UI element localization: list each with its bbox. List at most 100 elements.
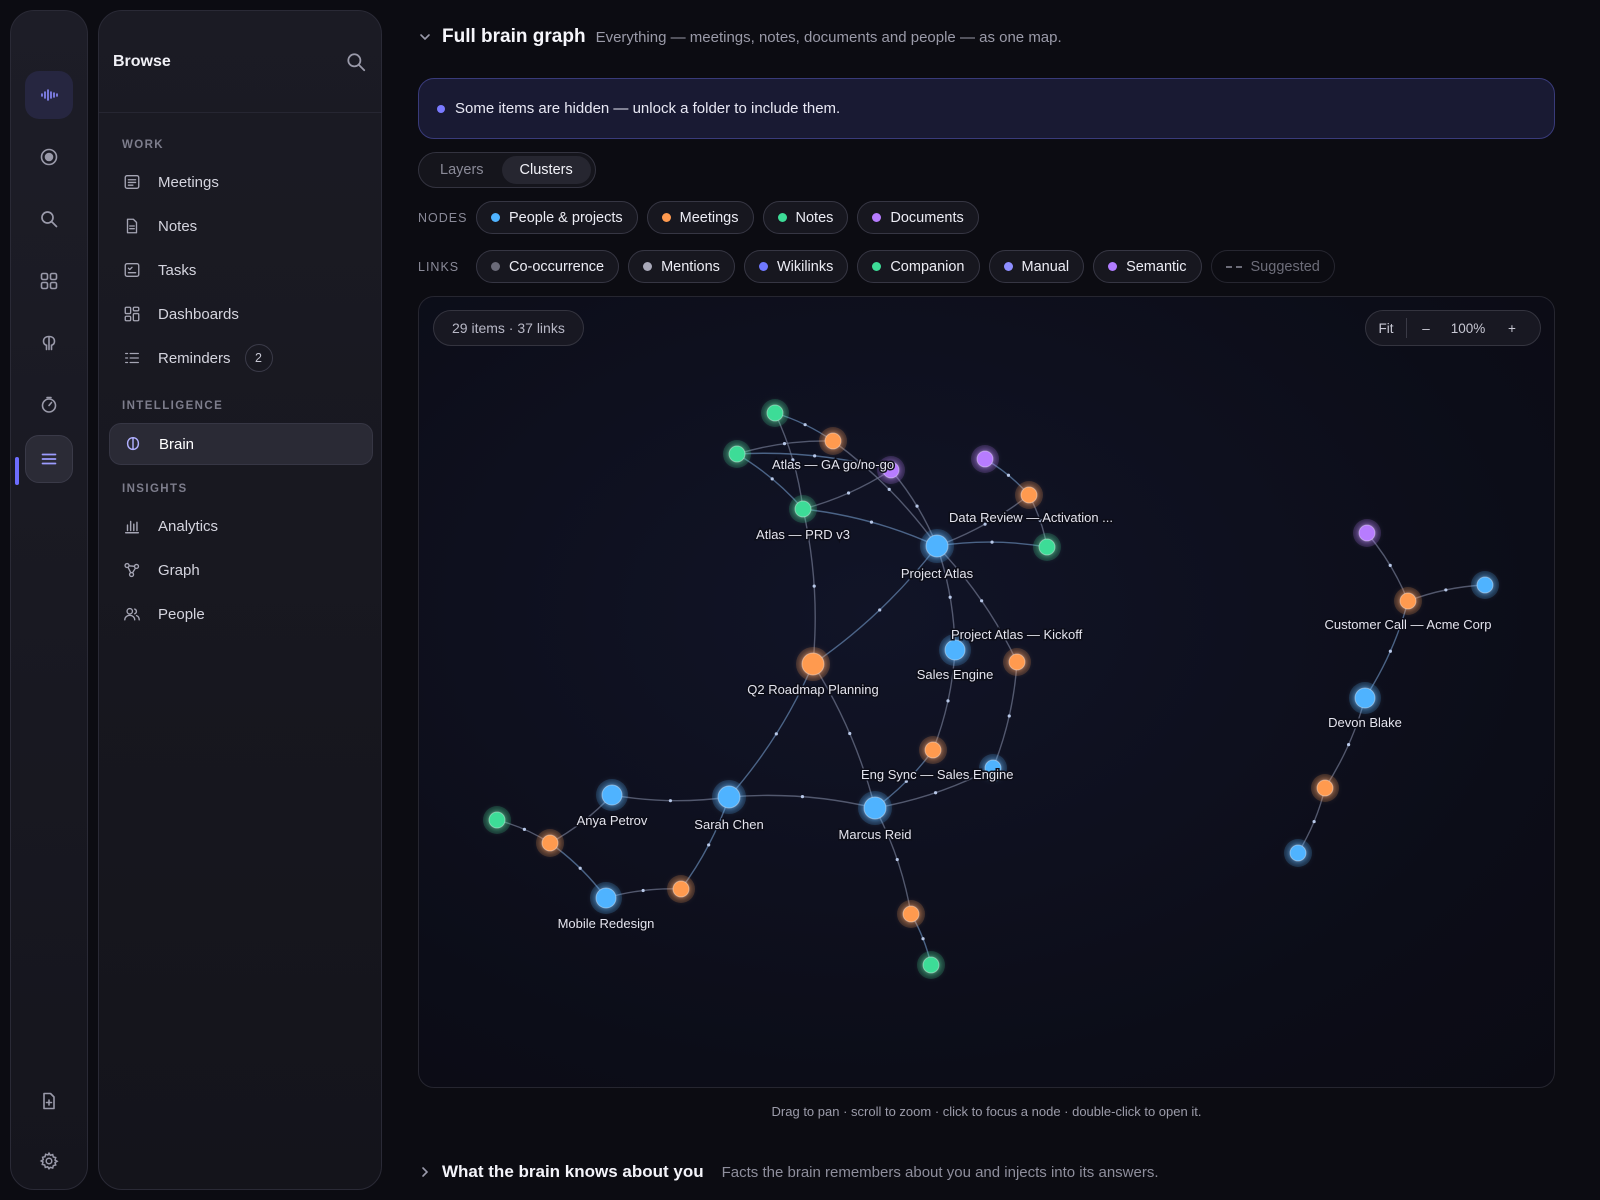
graph-node-p3[interactable]: [1289, 844, 1307, 862]
link-particle: [707, 843, 711, 847]
link-filter-semantic[interactable]: Semantic: [1093, 250, 1202, 283]
browse-title: Browse: [113, 52, 171, 70]
link-filter-co-occurrence[interactable]: Co-occurrence: [476, 250, 620, 283]
sidebar-item-label: Tasks: [158, 261, 197, 279]
chevron-down-icon[interactable]: [418, 30, 432, 44]
node-label-kick: Project Atlas — Kickoff: [951, 627, 1083, 642]
graph-node-m2[interactable]: [672, 880, 690, 898]
new-document-icon[interactable]: [25, 1077, 73, 1125]
graph-node-sales[interactable]: [944, 639, 966, 661]
waveform-logo-icon[interactable]: [25, 71, 73, 119]
link-filter-companion[interactable]: Companion: [857, 250, 980, 283]
chip-label: Meetings: [679, 209, 739, 226]
graph-node-prd[interactable]: [794, 500, 812, 518]
link-filter-wikilinks[interactable]: Wikilinks: [743, 250, 849, 283]
graph-node-eng[interactable]: [924, 741, 942, 759]
graph-node-m4[interactable]: [1316, 779, 1334, 797]
sidebar-item-tasks[interactable]: Tasks: [109, 249, 373, 291]
graph-node-devon[interactable]: [1354, 687, 1376, 709]
notes-icon: [126, 218, 138, 234]
graph-link: [812, 545, 938, 665]
tab-layers[interactable]: Layers: [422, 156, 502, 184]
record-icon[interactable]: [25, 133, 73, 181]
notice-text: Some items are hidden — unlock a folder …: [455, 100, 841, 117]
link-particle: [921, 937, 925, 941]
brain-icon[interactable]: [25, 319, 73, 367]
node-filter-people-projects[interactable]: People & projects: [476, 201, 638, 234]
sidebar-item-graph[interactable]: Graph: [109, 549, 373, 591]
graph-node-kick[interactable]: [1008, 653, 1026, 671]
link-filter-suggested[interactable]: Suggested: [1210, 250, 1335, 283]
link-filter-mentions[interactable]: Mentions: [628, 250, 735, 283]
graph-node-p2[interactable]: [1476, 576, 1494, 594]
graph-node-n4[interactable]: [488, 811, 506, 829]
chip-label: Notes: [795, 209, 834, 226]
hidden-items-notice[interactable]: Some items are hidden — unlock a folder …: [418, 78, 1555, 139]
link-particle: [878, 608, 882, 612]
brain-graph[interactable]: Atlas — GA go/no-go Atlas — PRD v3 Project…: [419, 297, 1555, 1088]
search-icon[interactable]: [25, 195, 73, 243]
graph-node-sarah[interactable]: [717, 785, 741, 809]
sidebar-item-dashboards[interactable]: Dashboards: [109, 293, 373, 335]
tab-clusters[interactable]: Clusters: [501, 156, 591, 184]
brain-graph-header[interactable]: Full brain graph Everything — meetings, …: [418, 26, 1062, 48]
tasks-icon: [124, 263, 140, 277]
sidebar-item-label: Dashboards: [158, 305, 239, 323]
graph-node-q2[interactable]: [801, 652, 825, 676]
reminders-count-badge: 2: [244, 344, 273, 372]
chevron-right-icon[interactable]: [418, 1165, 432, 1179]
sidebar-item-label: Brain: [159, 435, 195, 453]
node-filter-notes[interactable]: Notes: [762, 201, 849, 234]
apps-grid-icon[interactable]: [25, 257, 73, 305]
graph-node-cc[interactable]: [1399, 592, 1417, 610]
link-particle: [946, 699, 950, 703]
fit-button[interactable]: Fit: [1366, 311, 1406, 345]
graph-node-n5[interactable]: [922, 956, 940, 974]
node-label-anya: Anya Petrov: [577, 813, 648, 828]
icon-rail: [10, 10, 88, 1190]
link-particle: [774, 732, 778, 736]
settings-gear-icon[interactable]: [25, 1137, 73, 1185]
graph-node-dr[interactable]: [1020, 486, 1038, 504]
graph-canvas[interactable]: Atlas — GA go/no-go Atlas — PRD v3 Project…: [418, 296, 1555, 1088]
sidebar-item-people[interactable]: People: [109, 593, 373, 635]
graph-node-n1[interactable]: [766, 404, 784, 422]
graph-node-n3[interactable]: [1038, 538, 1056, 556]
sidebar-item-reminders[interactable]: Reminders 2: [109, 337, 373, 379]
sidebar-item-brain[interactable]: Brain: [109, 423, 373, 465]
node-filter-documents[interactable]: Documents: [857, 201, 979, 234]
section-label-work: WORK: [122, 139, 165, 151]
graph-node-ga[interactable]: [824, 432, 842, 450]
node-filter-meetings[interactable]: Meetings: [646, 201, 754, 234]
sidebar-item-meetings[interactable]: Meetings: [109, 161, 373, 203]
chip-label: Documents: [890, 209, 964, 226]
timer-icon[interactable]: [25, 381, 73, 429]
list-menu-icon[interactable]: [25, 435, 73, 483]
browse-search-icon[interactable]: [345, 51, 367, 73]
link-particle: [803, 423, 807, 427]
sidebar-item-label: Meetings: [158, 173, 219, 191]
graph-node-anya[interactable]: [601, 784, 623, 806]
sidebar-item-notes[interactable]: Notes: [109, 205, 373, 247]
zoom-out-button[interactable]: –: [1407, 311, 1445, 345]
link-particle: [869, 520, 874, 524]
link-particle: [948, 595, 952, 599]
page-title: Full brain graph: [442, 26, 586, 47]
link-filter-row: LINKS Co-occurrence Mentions Wikilinks C…: [418, 250, 1344, 283]
graph-node-m1[interactable]: [541, 834, 559, 852]
sidebar-item-analytics[interactable]: Analytics: [109, 505, 373, 547]
chip-label: People & projects: [509, 209, 623, 226]
graph-node-d3[interactable]: [1358, 524, 1376, 542]
link-filter-manual[interactable]: Manual: [988, 250, 1085, 283]
graph-node-mobile[interactable]: [595, 887, 617, 909]
chip-label: Mentions: [661, 258, 720, 275]
brain-knows-section-header[interactable]: What the brain knows about you Facts the…: [418, 1162, 1159, 1182]
node-label-devon: Devon Blake: [1328, 715, 1402, 730]
graph-node-atlas[interactable]: [925, 534, 949, 558]
graph-node-n2[interactable]: [728, 445, 746, 463]
zoom-in-button[interactable]: +: [1491, 311, 1533, 345]
graph-node-marcus[interactable]: [863, 796, 887, 820]
graph-node-d2[interactable]: [976, 450, 994, 468]
link-particle: [887, 487, 891, 491]
graph-node-m3[interactable]: [902, 905, 920, 923]
